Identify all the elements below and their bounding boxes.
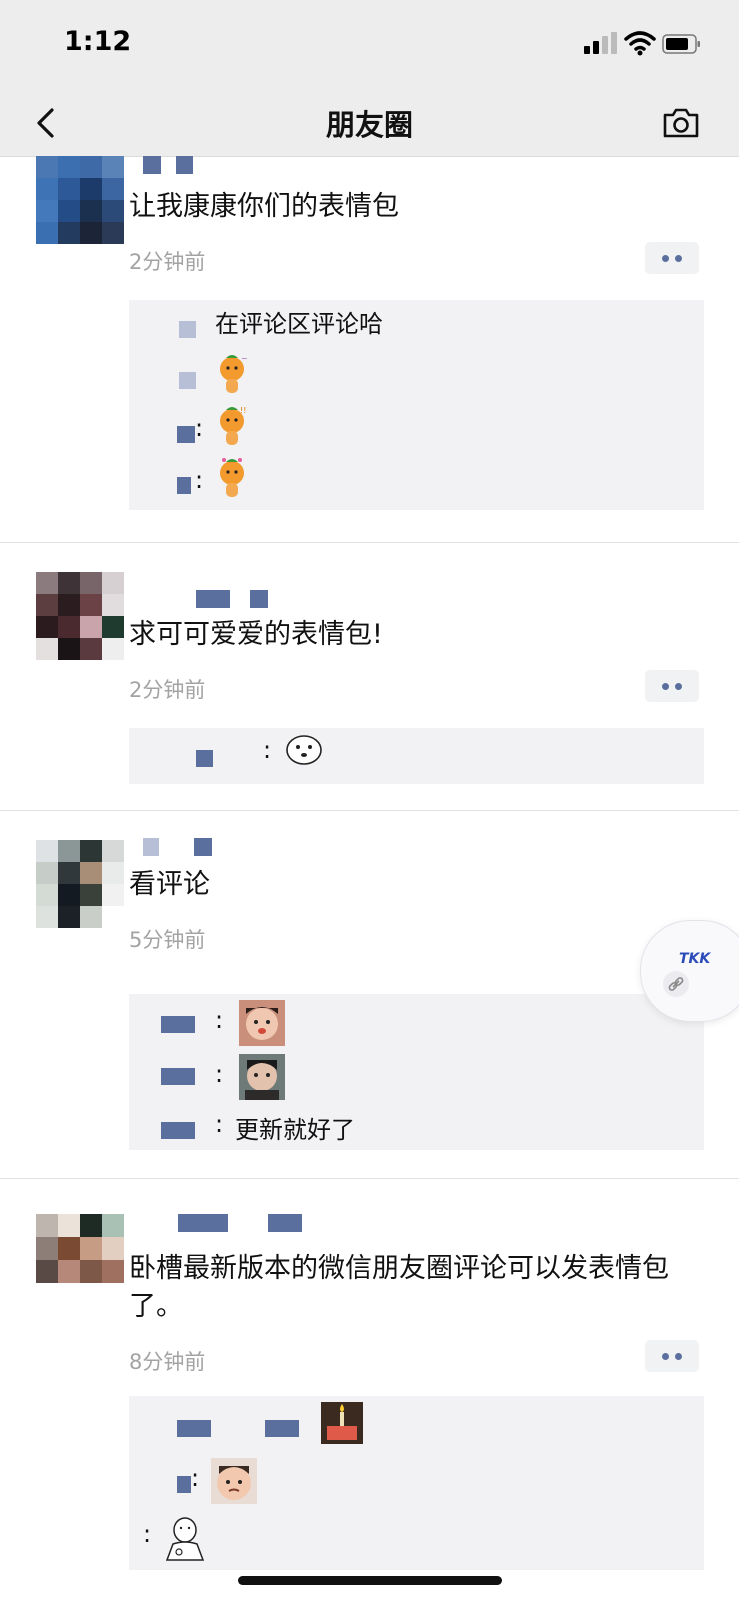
avatar[interactable] <box>36 840 124 928</box>
cake-sticker-icon <box>321 1402 363 1444</box>
comment-list: : <box>129 728 704 784</box>
post-text: 求可可爱爱的表情包! <box>129 619 383 650</box>
moment-post: 卧槽最新版本的微信朋友圈评论可以发表情包了。 8分钟前 :: <box>0 1178 739 1596</box>
commenter-name[interactable] <box>265 1420 299 1437</box>
svg-text:~: ~ <box>241 354 248 363</box>
wifi-icon <box>624 31 656 56</box>
baby-sticker-icon <box>239 1054 285 1100</box>
comment-text: 在评论区评论哈 <box>215 310 383 338</box>
comment-row[interactable]: : <box>129 1458 704 1508</box>
comment-row[interactable]: : 更新就好了 <box>129 1108 704 1158</box>
page-title: 朋友圈 <box>325 108 413 142</box>
baby-sticker-icon <box>211 1458 257 1504</box>
avatar[interactable] <box>36 572 124 660</box>
orange-sticker-icon: ~ <box>220 354 248 393</box>
comment-colon: : <box>195 414 204 442</box>
comment-row[interactable]: : <box>129 730 704 780</box>
post-time: 2分钟前 <box>129 250 206 274</box>
comment-list: : : <box>129 1396 704 1570</box>
comment-colon: : <box>215 1110 224 1138</box>
status-bar: 1:12 <box>0 0 739 90</box>
avatar[interactable] <box>36 1214 124 1284</box>
more-dots-icon <box>662 255 669 262</box>
orange-sticker-icon <box>220 458 244 497</box>
home-indicator[interactable] <box>238 1576 502 1585</box>
comment-colon: : <box>215 1060 224 1088</box>
more-dots-icon <box>662 683 669 690</box>
commenter-name[interactable] <box>177 426 195 443</box>
post-text: 卧槽最新版本的微信朋友圈评论可以发表情包了。 <box>129 1253 669 1322</box>
more-button[interactable] <box>645 242 699 274</box>
comment-row[interactable] <box>129 1402 704 1452</box>
more-dot <box>675 1353 682 1360</box>
comment-row[interactable]: : !! <box>129 404 704 454</box>
battery-icon <box>662 34 700 54</box>
commenter-name[interactable] <box>179 321 196 338</box>
signal-icon <box>584 32 618 54</box>
post-time: 8分钟前 <box>129 1350 206 1374</box>
comment-colon: : <box>215 1006 224 1034</box>
comment-colon: : <box>143 1520 152 1548</box>
status-time: 1:12 <box>64 26 132 57</box>
nav-bar: 朋友圈 <box>0 90 739 157</box>
post-text: 让我康康你们的表情包 <box>129 191 399 222</box>
link-icon[interactable] <box>663 971 689 997</box>
face-sticker-icon <box>286 735 322 765</box>
commenter-name[interactable] <box>179 372 196 389</box>
comment-row[interactable]: : <box>129 1000 704 1050</box>
commenter-name[interactable] <box>196 750 213 767</box>
comment-list: 在评论区评论哈 ~ : !! : <box>129 300 704 510</box>
commenter-name[interactable] <box>161 1068 195 1085</box>
comment-colon: : <box>263 736 272 764</box>
comment-row[interactable]: : <box>129 456 704 506</box>
commenter-name[interactable] <box>161 1016 195 1033</box>
comment-list: : : : 更新就好了 <box>129 994 704 1150</box>
commenter-name[interactable] <box>177 1420 211 1437</box>
comment-row[interactable]: : <box>129 1054 704 1104</box>
avatar[interactable] <box>36 156 124 244</box>
post-time: 5分钟前 <box>129 928 206 952</box>
comment-colon: : <box>191 1464 200 1492</box>
camera-icon[interactable] <box>660 102 702 144</box>
moment-post: 看评论 5分钟前 : :: 更新就好了 <box>0 810 739 1179</box>
more-dot <box>675 683 682 690</box>
stickman-sticker-icon <box>165 1517 205 1561</box>
more-dots-icon <box>662 1353 669 1360</box>
comment-row[interactable]: 在评论区评论哈 <box>129 300 704 350</box>
commenter-name[interactable] <box>161 1122 195 1139</box>
moment-post: 求可可爱爱的表情包! 2分钟前 : <box>0 542 739 811</box>
post-text: 看评论 <box>129 869 210 900</box>
commenter-name[interactable] <box>177 1476 191 1493</box>
orange-sticker-icon: !! <box>220 406 246 445</box>
comment-text: 更新就好了 <box>235 1116 355 1144</box>
comment-row[interactable]: ~ <box>129 352 704 402</box>
floating-widget[interactable]: TKK <box>640 920 739 1022</box>
moment-post: 让我康康你们的表情包 2分钟前 在评论区评论哈 ~ : !!: <box>0 156 739 543</box>
post-time: 2分钟前 <box>129 678 206 702</box>
comment-colon: : <box>195 466 204 494</box>
comment-row[interactable]: : <box>129 1514 704 1564</box>
more-button[interactable] <box>645 1340 699 1372</box>
more-button[interactable] <box>645 670 699 702</box>
more-dot <box>675 255 682 262</box>
widget-label: TKK <box>679 951 711 967</box>
baby-sticker-icon <box>239 1000 285 1046</box>
svg-text:!!: !! <box>240 406 246 415</box>
commenter-name[interactable] <box>177 477 191 494</box>
